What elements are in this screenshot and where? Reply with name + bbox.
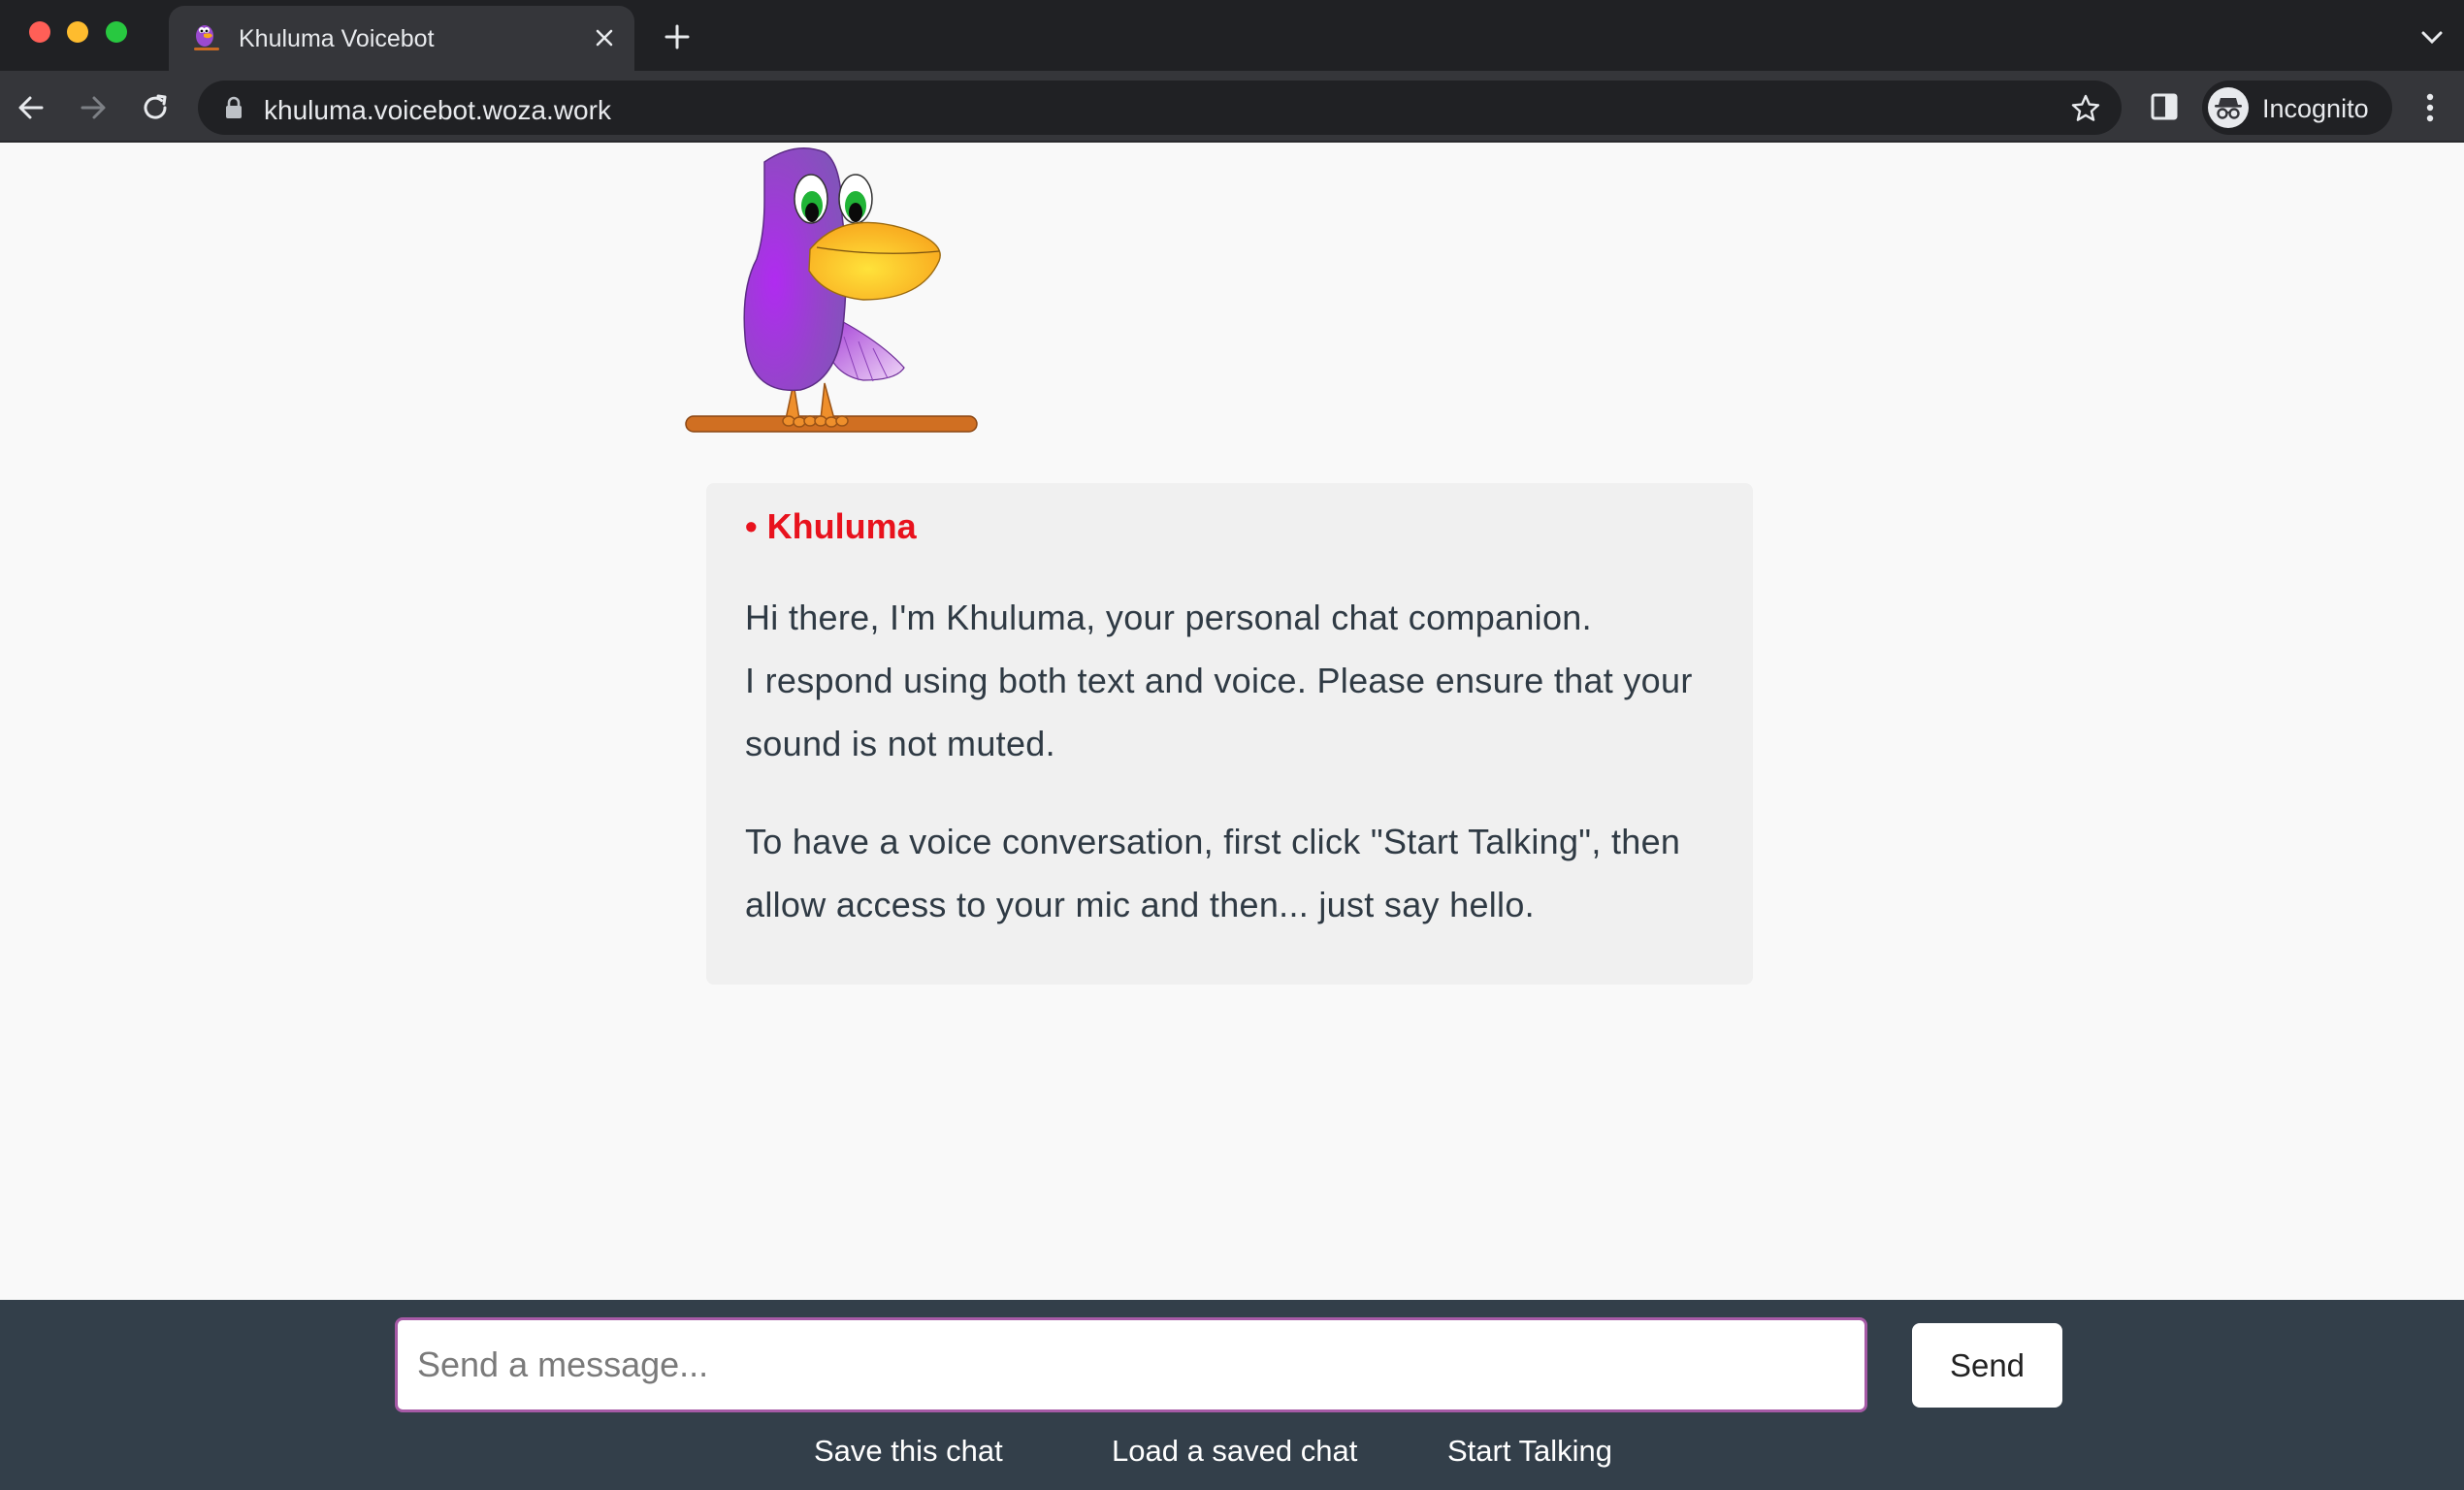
tab-search-button[interactable] <box>2415 21 2448 54</box>
chat-footer: Send Save this chat Load a saved chat St… <box>0 1300 2464 1490</box>
back-button[interactable] <box>12 88 50 127</box>
incognito-icon <box>2215 98 2242 119</box>
message-input[interactable] <box>395 1317 1867 1412</box>
message-paragraph-1: Hi there, I'm Khuluma, your personal cha… <box>745 586 1725 775</box>
window-close-button[interactable] <box>29 21 50 43</box>
window-maximize-button[interactable] <box>106 21 127 43</box>
message-paragraph-2: To have a voice conversation, first clic… <box>745 822 1681 924</box>
incognito-label: Incognito <box>2262 94 2369 123</box>
window-minimize-button[interactable] <box>67 21 88 43</box>
tab-title: Khuluma Voicebot <box>239 25 435 52</box>
url-text: khuluma.voicebot.woza.work <box>264 95 611 125</box>
browser-tab-strip: Khuluma Voicebot <box>0 0 2464 71</box>
start-talking-link[interactable]: Start Talking <box>1447 1434 1612 1469</box>
side-panel-icon[interactable] <box>2148 90 2181 123</box>
plus-icon <box>665 24 690 49</box>
more-menu-icon[interactable] <box>2414 88 2447 127</box>
message-sender: • Khuluma <box>745 506 917 546</box>
back-icon <box>18 96 44 119</box>
message-line-1: Hi there, I'm Khuluma, your personal cha… <box>745 598 1592 637</box>
chat-page: • Khuluma Hi there, I'm Khuluma, your pe… <box>0 143 2464 1300</box>
browser-tab[interactable]: Khuluma Voicebot <box>169 6 634 71</box>
tab-close-button[interactable] <box>588 21 621 54</box>
reload-icon <box>144 94 167 119</box>
lock-icon <box>226 96 242 118</box>
send-button[interactable]: Send <box>1912 1323 2062 1408</box>
message-line-2: I respond using both text and voice. Ple… <box>745 661 1693 763</box>
browser-toolbar: khuluma.voicebot.woza.work Incognito <box>0 71 2464 143</box>
incognito-avatar <box>2208 87 2249 128</box>
load-chat-link[interactable]: Load a saved chat <box>1112 1434 1357 1469</box>
forward-button[interactable] <box>74 88 113 127</box>
new-tab-button[interactable] <box>660 19 695 54</box>
address-bar[interactable]: khuluma.voicebot.woza.work <box>198 81 2122 135</box>
bot-message: • Khuluma Hi there, I'm Khuluma, your pe… <box>706 483 1753 985</box>
star-icon[interactable] <box>2069 92 2102 125</box>
khuluma-bird-mascot <box>685 147 978 433</box>
close-icon <box>596 29 613 47</box>
message-body: Hi there, I'm Khuluma, your personal cha… <box>745 586 1725 936</box>
forward-icon <box>81 96 106 119</box>
chevron-down-icon <box>2421 31 2443 45</box>
incognito-profile-button[interactable]: Incognito <box>2202 81 2392 135</box>
save-chat-link[interactable]: Save this chat <box>814 1434 1003 1469</box>
reload-button[interactable] <box>136 88 175 127</box>
bird-favicon-icon <box>194 25 219 50</box>
